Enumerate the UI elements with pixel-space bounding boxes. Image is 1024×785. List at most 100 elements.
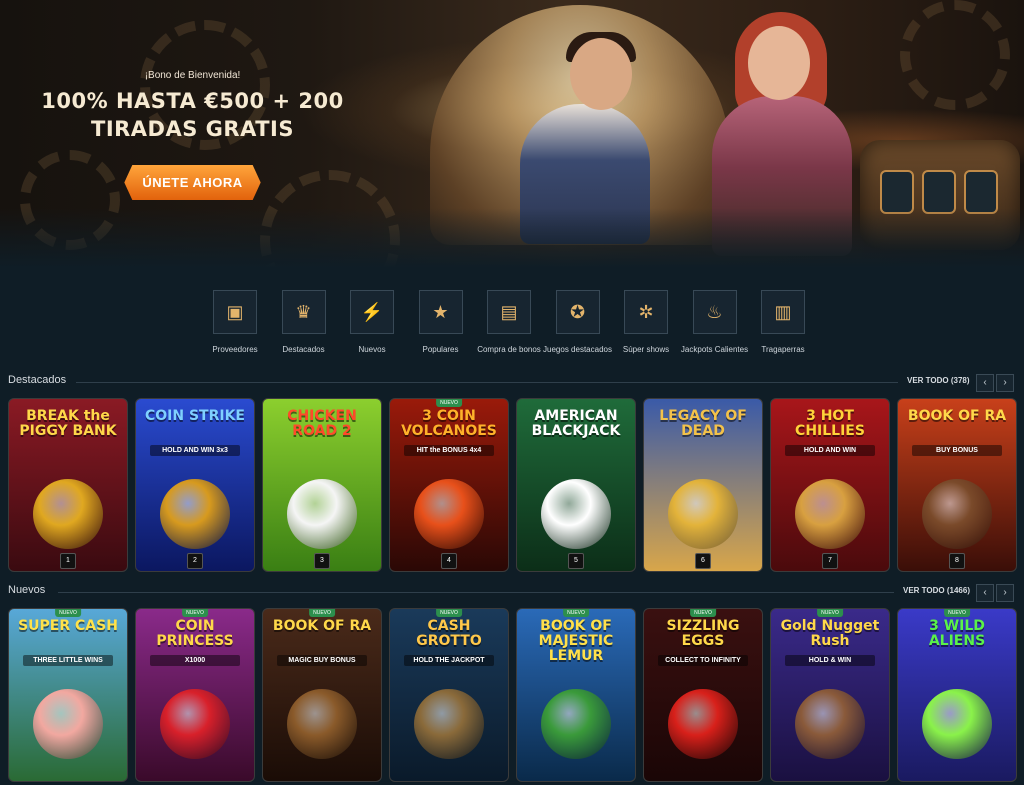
category-label: Súper shows [622,345,670,354]
new-next-button[interactable]: › [996,584,1014,602]
game-title: BOOK OF RA [272,618,372,634]
game-card[interactable]: CHICKEN ROAD 2 3 [262,398,382,572]
game-card[interactable]: NUEVO 3 WILD ALIENS [897,608,1017,782]
game-subtitle: HIT the BONUS 4x4 [404,445,494,456]
game-card[interactable]: AMERICAN BLACKJACK 5 [516,398,636,572]
category-6[interactable]: ✲ Súper shows [611,290,681,355]
game-artwork [668,479,738,549]
rank-badge: 1 [60,553,76,569]
game-subtitle: HOLD AND WIN 3x3 [150,445,240,456]
category-label: Tragaperras [761,345,805,354]
category-tile[interactable]: ♛ [281,290,326,334]
new-view-all-link[interactable]: VER TODO (1466) [903,586,970,595]
welcome-bonus-label: ¡Bono de Bienvenida! [144,70,241,81]
category-tile[interactable]: ★ [418,290,463,334]
game-artwork [287,479,357,549]
rank-badge: 5 [568,553,584,569]
rank-badge: 2 [187,553,203,569]
game-subtitle: THREE LITTLE WINS [23,655,113,666]
game-artwork [541,479,611,549]
game-artwork [668,689,738,759]
rank-badge: 8 [949,553,965,569]
category-0[interactable]: ▣ Proveedores [200,290,270,355]
category-tile[interactable]: ▤ [487,290,531,334]
promo-headline-line2: TIRADAS GRATIS [91,117,294,141]
category-tile[interactable]: ✪ [555,290,600,334]
category-label: Juegos destacados [543,345,612,354]
category-2[interactable]: ⚡ Nuevos [337,290,407,355]
game-card[interactable]: COIN STRIKE HOLD AND WIN 3x3 2 [135,398,255,572]
game-card[interactable]: NUEVO COIN PRINCESS X1000 [135,608,255,782]
category-7[interactable]: ♨ Jackpots Calientes [680,290,750,355]
category-tile[interactable]: ▥ [761,290,805,334]
new-badge: NUEVO [944,609,970,617]
slot-icon: ▥ [774,301,792,322]
category-4[interactable]: ▤ Compra de bonos [474,290,544,355]
game-card[interactable]: NUEVO SUPER CASH THREE LITTLE WINS [8,608,128,782]
category-3[interactable]: ★ Populares [406,290,476,355]
game-title: BOOK OF RA [907,408,1007,424]
game-subtitle: X1000 [150,655,240,666]
game-card[interactable]: NUEVO CASH GROTTO HOLD THE JACKPOT [389,608,509,782]
new-games-row: NUEVO SUPER CASH THREE LITTLE WINS NUEVO COI… [8,608,1018,784]
featured-next-button[interactable]: › [996,374,1014,392]
category-8[interactable]: ▥ Tragaperras [748,290,818,355]
category-5[interactable]: ✪ Juegos destacados [543,290,613,355]
game-card[interactable]: 3 HOT CHILLIES HOLD AND WIN 7 [770,398,890,572]
game-artwork [160,479,230,549]
hero-character-man-head [570,38,632,110]
rank-badge: 3 [314,553,330,569]
game-artwork [795,479,865,549]
rank-badge: 4 [441,553,457,569]
category-label: Jackpots Calientes [680,345,749,354]
game-card[interactable]: NUEVO SIZZLING EGGS COLLECT TO INFINITY [643,608,763,782]
hero-banner: ¡Bono de Bienvenida! 100% HASTA €500 + 2… [0,0,1024,268]
game-title: COIN STRIKE [144,408,245,424]
game-card[interactable]: NUEVO BOOK OF RA MAGIC BUY BONUS [262,608,382,782]
wheel-icon: ✲ [638,301,654,322]
hero-character-woman-head [748,26,810,100]
star-icon: ★ [432,301,449,322]
flame-icon: ♨ [706,301,723,322]
category-label: Populares [422,345,459,354]
category-tile[interactable]: ⚡ [350,290,394,334]
crown-icon: ♛ [295,301,312,322]
new-badge: NUEVO [563,609,589,617]
new-badge: NUEVO [55,609,81,617]
divider [76,382,898,383]
category-tile[interactable]: ▣ [213,290,257,334]
game-card[interactable]: BOOK OF RA BUY BONUS 8 [897,398,1017,572]
book-icon: ▣ [226,301,244,322]
category-tile[interactable]: ✲ [624,290,668,334]
game-title: SIZZLING EGGS [666,618,740,649]
new-badge: NUEVO [309,609,335,617]
game-title: COIN PRINCESS [156,618,234,649]
rank-badge: 6 [695,553,711,569]
gear-decoration [900,0,1010,110]
game-card[interactable]: LEGACY OF DEAD 6 [643,398,763,572]
promo-headline-line1: 100% HASTA €500 + 200 [41,89,344,113]
lightning-icon: ⚡ [360,301,384,322]
new-badge: NUEVO [690,609,716,617]
game-card[interactable]: NUEVO Gold Nugget Rush HOLD & WIN [770,608,890,782]
featured-view-all-link[interactable]: VER TODO (378) [907,376,970,385]
game-title: CASH GROTTO [416,618,482,649]
game-card[interactable]: NUEVO BOOK OF MAJESTIC LEMUR [516,608,636,782]
game-title: SUPER CASH [18,618,118,634]
game-title: 3 WILD ALIENS [928,618,986,649]
category-1[interactable]: ♛ Destacados [269,290,339,355]
new-prev-button[interactable]: ‹ [976,584,994,602]
game-artwork [160,689,230,759]
chip-icon: ✪ [569,301,586,322]
category-tile[interactable]: ♨ [692,290,737,334]
game-card[interactable]: BREAK the PIGGY BANK 1 [8,398,128,572]
game-subtitle: COLLECT TO INFINITY [658,655,748,666]
game-artwork [33,689,103,759]
category-label: Proveedores [212,345,258,354]
featured-section-header: Destacados VER TODO (378) ‹ › [8,374,1016,392]
featured-prev-button[interactable]: ‹ [976,374,994,392]
game-card[interactable]: NUEVO 3 COIN VOLCANOES HIT the BONUS 4x4 4 [389,398,509,572]
game-artwork [414,479,484,549]
join-now-button[interactable]: ÚNETE AHORA [124,165,260,200]
new-badge: NUEVO [436,399,462,407]
